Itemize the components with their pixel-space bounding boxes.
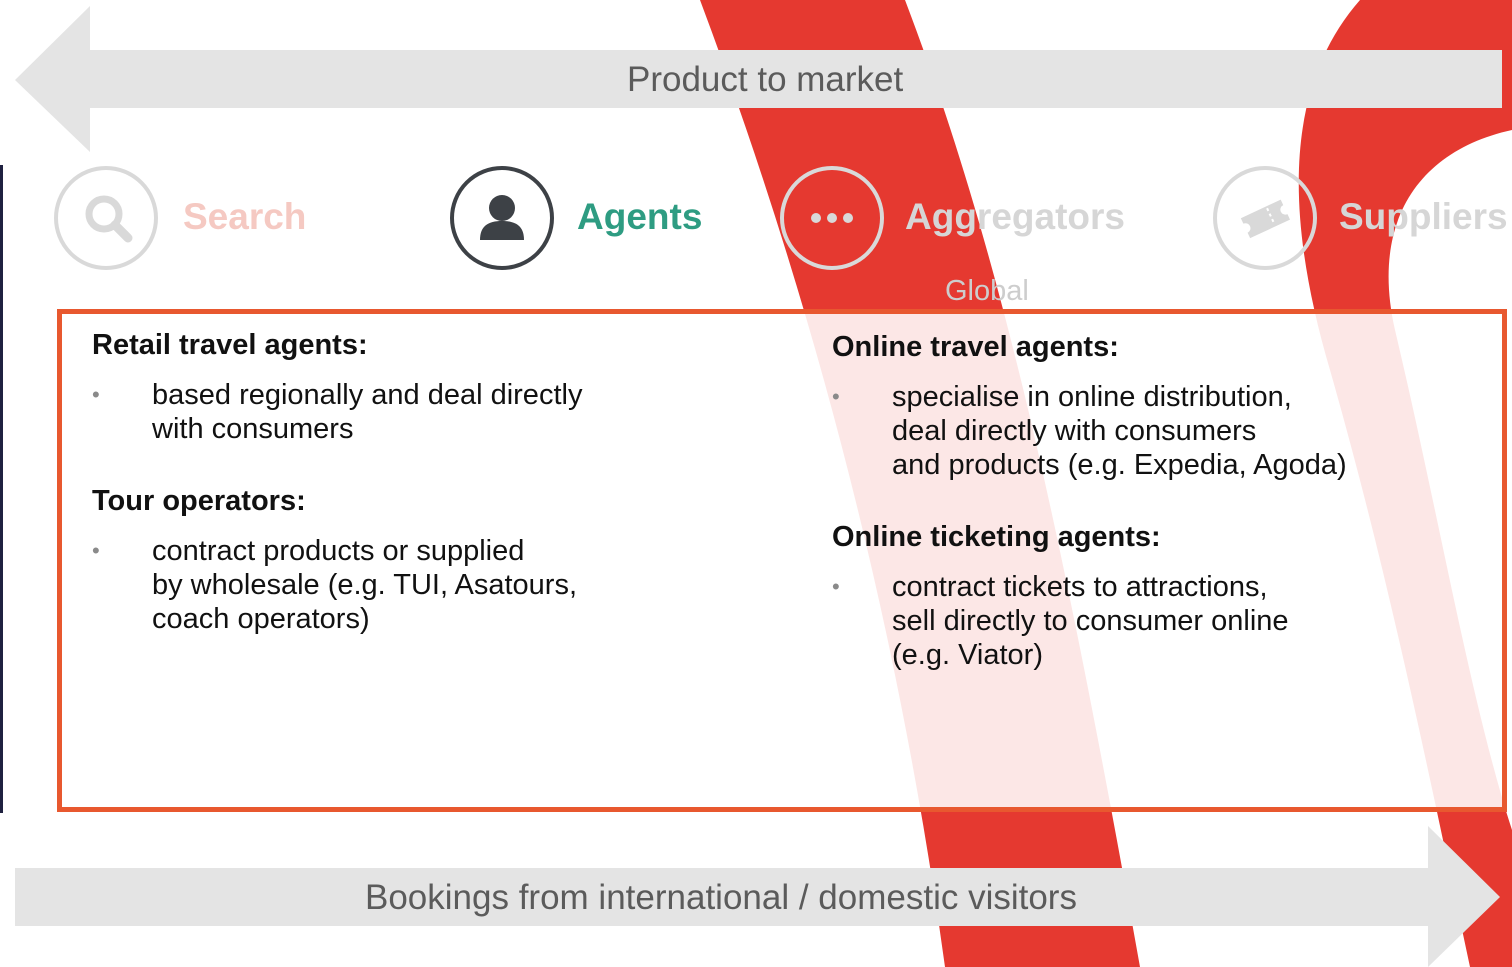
list-item: • contract products or supplied by whole…	[92, 534, 732, 636]
step-suppliers-label: Suppliers	[1339, 196, 1508, 237]
step-aggregators-label: Aggregators	[905, 196, 1125, 237]
bullet-icon: •	[832, 574, 840, 599]
step-agents-label: Agents	[577, 196, 703, 237]
bullet-icon: •	[92, 382, 100, 407]
retail-travel-agents-group: Retail travel agents: • based regionally…	[92, 328, 732, 446]
aggregators-sublabel: Global	[945, 275, 1029, 307]
list-item: • contract tickets to attractions, sell …	[832, 570, 1472, 672]
section-heading: Tour operators:	[92, 485, 306, 517]
ellipsis-icon	[780, 166, 884, 270]
ticket-icon	[1213, 166, 1317, 270]
list-item-text: contract tickets to attractions, sell di…	[892, 571, 1289, 671]
online-ticketing-agents-group: Online ticketing agents: • contract tick…	[832, 520, 1472, 672]
bottom-arrow-label: Bookings from international / domestic v…	[365, 878, 1077, 917]
tour-operators-group: Tour operators: • contract products or s…	[92, 484, 732, 636]
step-search-label: Search	[183, 196, 307, 237]
section-heading: Online ticketing agents:	[832, 521, 1161, 553]
list-item: • specialise in online distribution, dea…	[832, 380, 1472, 482]
person-icon	[450, 166, 554, 270]
left-column: Retail travel agents: • based regionally…	[92, 328, 732, 664]
list-item-text: based regionally and deal directly with …	[152, 379, 583, 445]
right-column: Online travel agents: • specialise in on…	[832, 330, 1472, 700]
bullet-icon: •	[832, 384, 840, 409]
search-icon	[54, 166, 158, 270]
list-item: • based regionally and deal directly wit…	[92, 378, 732, 446]
bullet-icon: •	[92, 538, 100, 563]
list-item-text: specialise in online distribution, deal …	[892, 381, 1347, 481]
side-bar	[0, 165, 3, 813]
online-travel-agents-group: Online travel agents: • specialise in on…	[832, 330, 1472, 482]
section-heading: Online travel agents:	[832, 331, 1119, 363]
list-item-text: contract products or supplied by wholesa…	[152, 535, 578, 635]
section-heading: Retail travel agents:	[92, 329, 368, 361]
